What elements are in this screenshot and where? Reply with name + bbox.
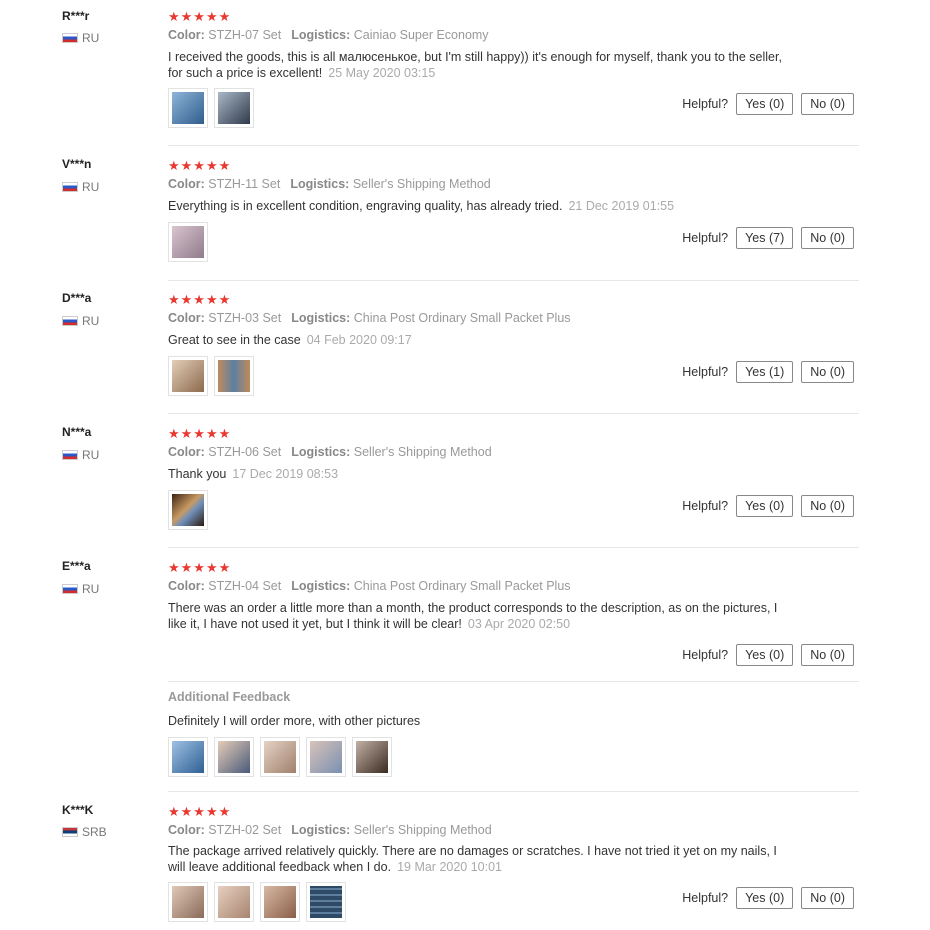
review-photo[interactable] <box>306 737 346 777</box>
review-text: Great to see in the case 04 Feb 2020 09:1… <box>168 333 412 347</box>
review-photos <box>168 737 392 777</box>
helpful-no-button[interactable]: No (0) <box>801 495 854 517</box>
helpful-label: Helpful? <box>682 365 729 379</box>
flag-icon <box>62 182 78 192</box>
helpful-label: Helpful? <box>682 231 729 245</box>
review-text: There was an order a little more than a … <box>168 601 778 631</box>
helpful-votes: Helpful? Yes (0) No (0) <box>682 495 854 517</box>
review-photos <box>168 356 254 396</box>
review-photo[interactable] <box>168 88 208 128</box>
helpful-yes-button[interactable]: Yes (1) <box>736 361 794 383</box>
rating-stars: ★★★★★ <box>168 426 232 441</box>
reviewer-country: RU <box>62 582 99 596</box>
review-text: The package arrived relatively quickly. … <box>168 844 777 874</box>
review-photo[interactable] <box>214 356 254 396</box>
reviewer-country: SRB <box>62 825 107 839</box>
review-meta: Color: STZH-06 Set Logistics: Seller's Sh… <box>168 445 492 459</box>
review-divider <box>168 547 859 548</box>
review-date: 17 Dec 2019 08:53 <box>232 467 339 481</box>
review-meta: Color: STZH-07 Set Logistics: Cainiao Sup… <box>168 28 489 42</box>
helpful-yes-button[interactable]: Yes (0) <box>736 495 794 517</box>
helpful-no-button[interactable]: No (0) <box>801 887 854 909</box>
helpful-no-button[interactable]: No (0) <box>801 93 854 115</box>
review-text: Thank you 17 Dec 2019 08:53 <box>168 467 339 481</box>
review-date: 21 Dec 2019 01:55 <box>568 199 675 213</box>
review-photo[interactable] <box>168 222 208 262</box>
helpful-votes: Helpful? Yes (0) No (0) <box>682 93 854 115</box>
review-photo[interactable] <box>260 882 300 922</box>
flag-icon <box>62 316 78 326</box>
flag-icon <box>62 33 78 43</box>
review-date: 25 May 2020 03:15 <box>328 66 436 80</box>
review-photos <box>168 882 346 922</box>
rating-stars: ★★★★★ <box>168 560 232 575</box>
helpful-no-button[interactable]: No (0) <box>801 227 854 249</box>
rating-stars: ★★★★★ <box>168 292 232 307</box>
flag-icon <box>62 827 78 837</box>
reviewer-country: RU <box>62 31 99 45</box>
review-meta: Color: STZH-03 Set Logistics: China Post … <box>168 311 571 325</box>
rating-stars: ★★★★★ <box>168 9 232 24</box>
reviewer-country: RU <box>62 448 99 462</box>
review-photo[interactable] <box>168 356 208 396</box>
helpful-label: Helpful? <box>682 97 729 111</box>
review-photo[interactable] <box>214 882 254 922</box>
helpful-yes-button[interactable]: Yes (0) <box>736 644 794 666</box>
review-photos <box>168 222 208 262</box>
review-photo[interactable] <box>260 737 300 777</box>
additional-feedback-title: Additional Feedback <box>168 690 291 704</box>
flag-icon <box>62 450 78 460</box>
review-photo[interactable] <box>168 882 208 922</box>
review-divider <box>168 413 859 414</box>
review-photo[interactable] <box>168 490 208 530</box>
helpful-label: Helpful? <box>682 891 729 905</box>
helpful-label: Helpful? <box>682 648 729 662</box>
reviewer-country: RU <box>62 180 99 194</box>
review-date: 19 Mar 2020 10:01 <box>397 860 503 874</box>
reviewer-country: RU <box>62 314 99 328</box>
review-photos <box>168 88 254 128</box>
review-meta: Color: STZH-02 Set Logistics: Seller's Sh… <box>168 823 492 837</box>
review-divider <box>168 791 859 792</box>
reviewer-name: E***a <box>62 559 91 573</box>
reviewer-name: K***K <box>62 803 94 817</box>
review-photos <box>168 490 208 530</box>
review-photo[interactable] <box>214 88 254 128</box>
review-text: I received the goods, this is all малюсе… <box>168 50 782 80</box>
additional-divider <box>168 681 859 682</box>
reviewer-name: V***n <box>62 157 92 171</box>
helpful-no-button[interactable]: No (0) <box>801 361 854 383</box>
helpful-yes-button[interactable]: Yes (0) <box>736 93 794 115</box>
reviewer-name: N***a <box>62 425 92 439</box>
helpful-label: Helpful? <box>682 499 729 513</box>
review-photo[interactable] <box>214 737 254 777</box>
review-photo[interactable] <box>168 737 208 777</box>
review-divider <box>168 145 859 146</box>
helpful-yes-button[interactable]: Yes (7) <box>736 227 794 249</box>
helpful-no-button[interactable]: No (0) <box>801 644 854 666</box>
rating-stars: ★★★★★ <box>168 804 232 819</box>
helpful-votes: Helpful? Yes (1) No (0) <box>682 361 854 383</box>
review-date: 04 Feb 2020 09:17 <box>306 333 412 347</box>
additional-feedback-text: Definitely I will order more, with other… <box>168 714 421 728</box>
review-date: 03 Apr 2020 02:50 <box>467 617 571 631</box>
review-text: Everything is in excellent condition, en… <box>168 199 675 213</box>
helpful-votes: Helpful? Yes (0) No (0) <box>682 887 854 909</box>
reviewer-name: R***r <box>62 9 90 23</box>
rating-stars: ★★★★★ <box>168 158 232 173</box>
reviewer-name: D***a <box>62 291 92 305</box>
review-photo[interactable] <box>352 737 392 777</box>
helpful-yes-button[interactable]: Yes (0) <box>736 887 794 909</box>
review-meta: Color: STZH-11 Set Logistics: Seller's Sh… <box>168 177 491 191</box>
review-photo[interactable] <box>306 882 346 922</box>
helpful-votes: Helpful? Yes (7) No (0) <box>682 227 854 249</box>
helpful-votes: Helpful? Yes (0) No (0) <box>682 644 854 666</box>
review-meta: Color: STZH-04 Set Logistics: China Post … <box>168 579 571 593</box>
flag-icon <box>62 584 78 594</box>
review-divider <box>168 280 859 281</box>
